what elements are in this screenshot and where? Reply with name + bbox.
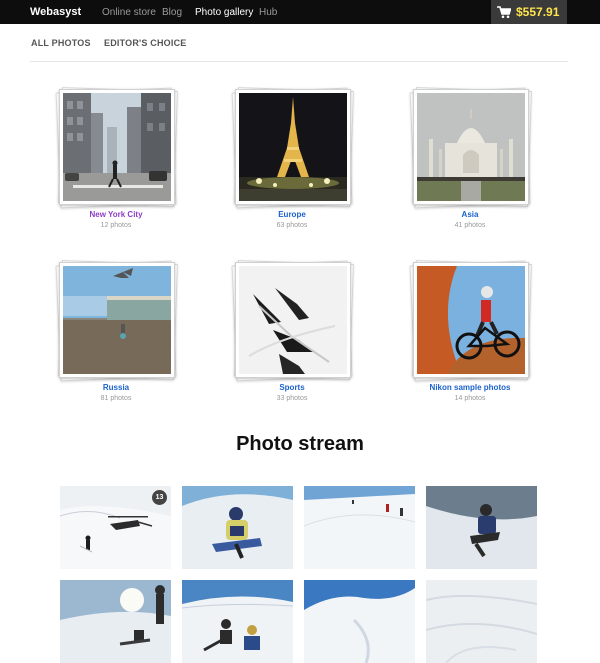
stream-photo[interactable] [182, 580, 293, 663]
album-card[interactable]: Nikon sample photos 14 photos [400, 260, 540, 406]
photo-count: 12 photos [100, 222, 132, 229]
album-title[interactable]: Russia [46, 383, 186, 392]
photo-stream-title: Photo stream [236, 433, 364, 455]
photo-count-badge: 13 [152, 490, 167, 505]
snowboarders-group-photo-icon [182, 580, 293, 663]
album-card[interactable]: New York City 12 photos [46, 87, 186, 233]
photo-count: 81 photos [100, 395, 132, 402]
stream-photo[interactable]: 13 [60, 486, 171, 569]
palace-square-photo-icon [63, 266, 171, 374]
album-title[interactable]: Nikon sample photos [400, 383, 540, 392]
cart-total: $557.91 [516, 5, 560, 19]
album-card[interactable]: Asia 41 photos [400, 87, 540, 233]
snowboard-photo-icon [239, 266, 347, 374]
brand-logo[interactable]: Webasyst [30, 6, 81, 18]
tab-editors-choice[interactable]: EDITOR'S CHOICE [104, 38, 186, 48]
album-title[interactable]: Sports [222, 383, 362, 392]
album-card[interactable]: Russia 81 photos [46, 260, 186, 406]
album-cover[interactable] [59, 262, 175, 378]
sun-snowboarder-photo-icon [60, 580, 171, 663]
stream-photo[interactable] [426, 580, 537, 663]
cart-button[interactable]: $557.91 [491, 0, 567, 24]
eiffel-tower-photo-icon [239, 93, 347, 201]
divider [30, 61, 568, 62]
album-cover[interactable] [59, 89, 175, 205]
stream-photo[interactable] [60, 580, 171, 663]
snowboarder-photo-icon [182, 486, 293, 569]
stream-photo[interactable] [182, 486, 293, 569]
stream-photo[interactable] [304, 580, 415, 663]
tab-all-photos[interactable]: ALL PHOTOS [31, 38, 91, 48]
stream-photo[interactable] [304, 486, 415, 569]
snowboarder-jump-photo-icon [426, 486, 537, 569]
album-title[interactable]: Europe [222, 210, 362, 219]
nav-hub[interactable]: Hub [259, 7, 277, 18]
top-bar: Webasyst Online store Blog Photo gallery… [0, 0, 600, 24]
nav-online-store[interactable]: Online store [102, 7, 156, 18]
photo-count: 33 photos [276, 395, 308, 402]
taj-mahal-photo-icon [417, 93, 525, 201]
album-card[interactable]: Sports 33 photos [222, 260, 362, 406]
album-cover[interactable] [413, 262, 529, 378]
nav-photo-gallery[interactable]: Photo gallery [195, 7, 253, 18]
stream-photo[interactable] [426, 486, 537, 569]
city-street-photo-icon [63, 93, 171, 201]
ski-slope-photo-icon [304, 486, 415, 569]
nav-blog[interactable]: Blog [162, 7, 182, 18]
album-cover[interactable] [235, 262, 351, 378]
photo-count: 14 photos [454, 395, 486, 402]
album-title[interactable]: Asia [400, 210, 540, 219]
album-card[interactable]: Europe 63 photos [222, 87, 362, 233]
album-cover[interactable] [235, 89, 351, 205]
snow-ridge-photo-icon [304, 580, 415, 663]
snow-texture-photo-icon [426, 580, 537, 663]
photo-count: 63 photos [276, 222, 308, 229]
cart-icon [497, 6, 511, 19]
album-cover[interactable] [413, 89, 529, 205]
mountain-bike-photo-icon [417, 266, 525, 374]
album-title[interactable]: New York City [46, 210, 186, 219]
photo-count: 41 photos [454, 222, 486, 229]
